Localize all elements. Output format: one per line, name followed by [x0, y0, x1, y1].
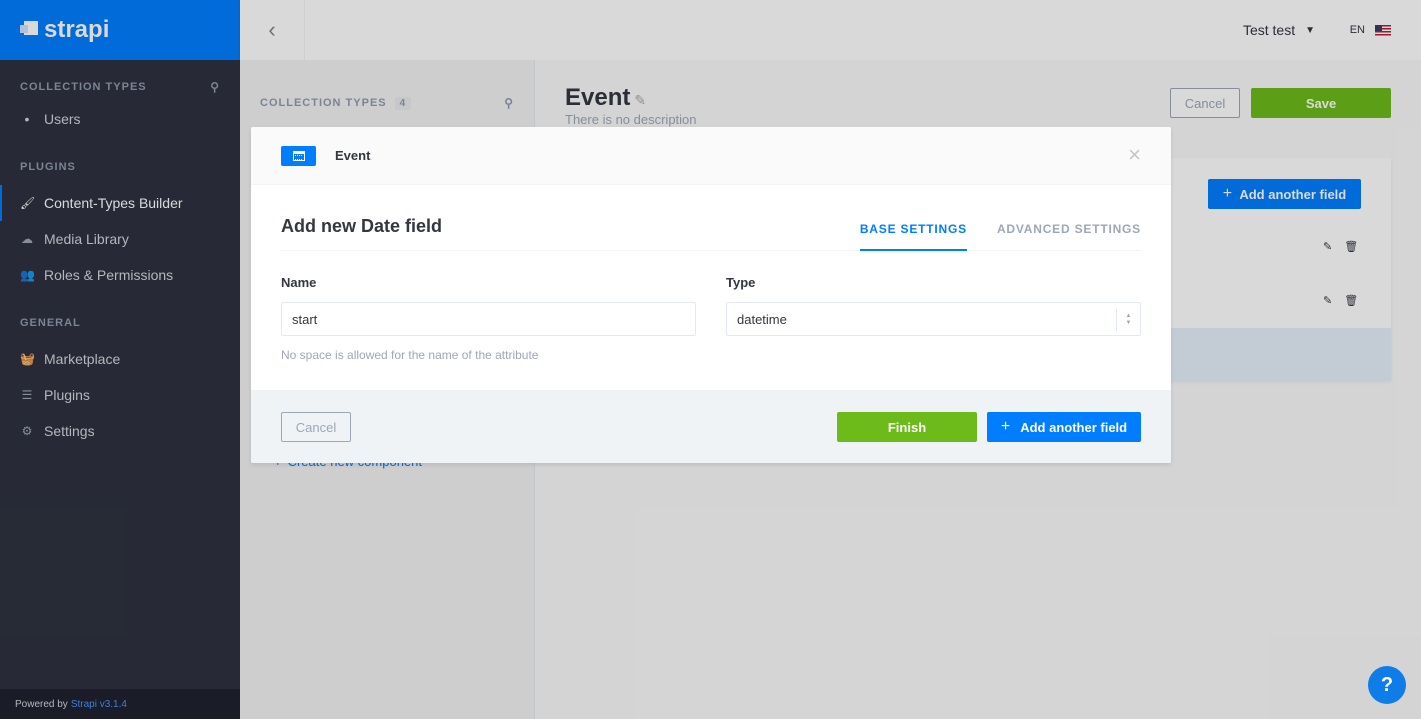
tab-advanced-settings[interactable]: ADVANCED SETTINGS — [997, 211, 1141, 251]
name-label: Name — [281, 275, 317, 290]
modal-add-another-field-button[interactable]: + Add another field — [987, 412, 1141, 442]
modal-footer: Cancel Finish + Add another field — [251, 390, 1171, 463]
modal-title: Add new Date field — [281, 216, 443, 236]
close-icon[interactable]: × — [1128, 144, 1141, 166]
name-input-value: start — [292, 311, 318, 327]
select-arrows-icon: ▲ ▼ — [1116, 309, 1140, 331]
type-select-value: datetime — [737, 311, 787, 327]
modal-add-field-label: Add another field — [1020, 419, 1128, 435]
modal-title-row: Add new Date field BASE SETTINGS ADVANCE… — [281, 211, 1141, 251]
type-label: Type — [726, 275, 756, 290]
finish-button[interactable]: Finish — [837, 412, 977, 442]
type-select[interactable]: datetime ▲ ▼ — [726, 302, 1141, 336]
tab-base-settings[interactable]: BASE SETTINGS — [859, 211, 967, 251]
modal-header: Event × — [251, 127, 1171, 185]
calendar-icon — [292, 150, 305, 161]
modal-cancel-button[interactable]: Cancel — [281, 412, 351, 442]
calendar-badge — [281, 145, 316, 166]
help-button[interactable]: ? — [1368, 666, 1406, 704]
plus-icon: + — [1000, 418, 1011, 435]
modal-content-type: Event — [335, 148, 371, 163]
add-field-modal: Event × Add new Date field BASE SETTINGS… — [251, 127, 1171, 463]
name-hint: No space is allowed for the name of the … — [281, 348, 539, 362]
name-input[interactable]: start — [281, 302, 696, 336]
settings-tabs: BASE SETTINGS ADVANCED SETTINGS — [859, 211, 1141, 251]
